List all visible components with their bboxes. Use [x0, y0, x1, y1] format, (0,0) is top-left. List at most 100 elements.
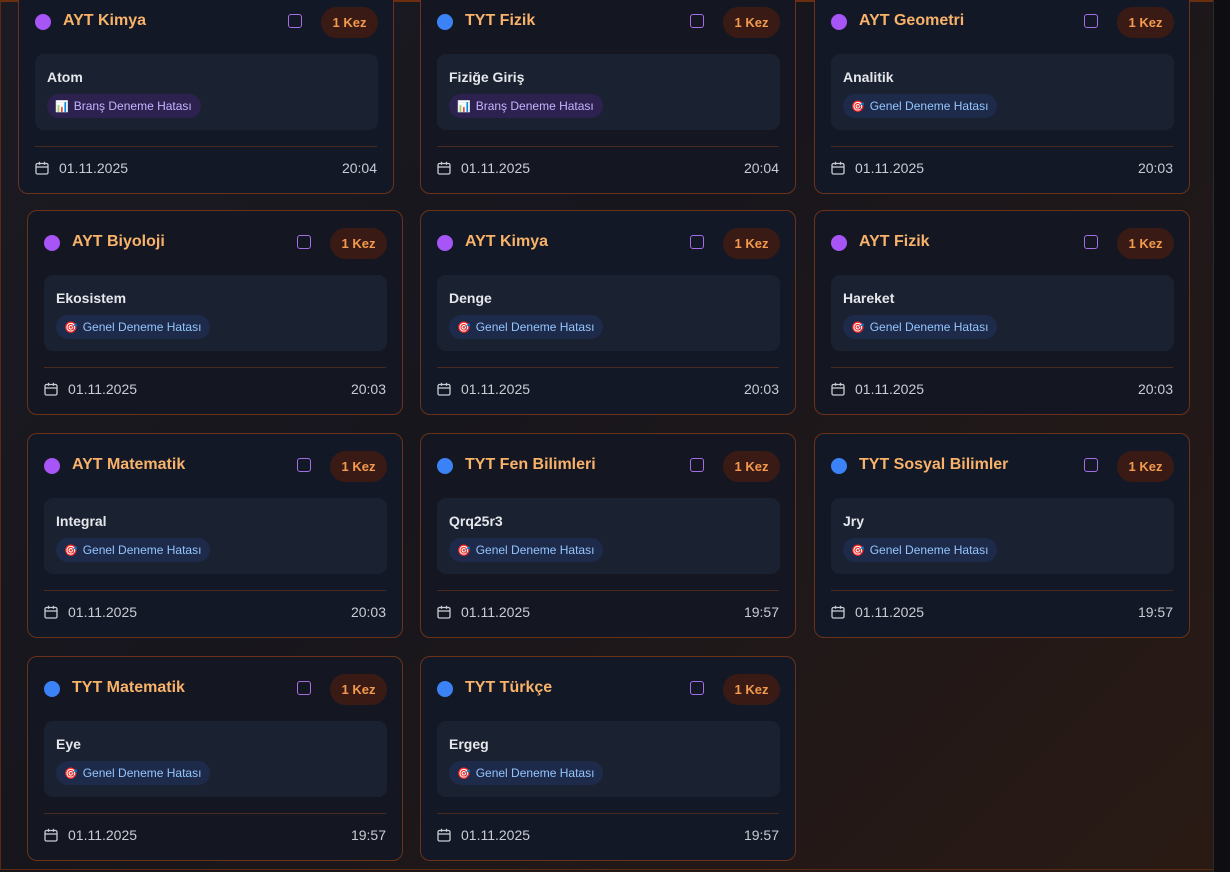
error-type-label: Branş Deneme Hatası	[73, 99, 192, 113]
repeat-count-badge: 1 Kez	[723, 674, 780, 705]
subject-dot	[437, 458, 453, 474]
subject-dot	[44, 235, 60, 251]
error-type-tag: 🎯 Genel Deneme Hatası	[449, 538, 604, 562]
subject-title: TYT Fen Bilimleri	[465, 456, 596, 473]
topic-name: Eye	[56, 736, 81, 752]
calendar-icon	[831, 605, 845, 619]
subject-dot	[44, 681, 60, 697]
card-date: 01.11.2025	[855, 160, 925, 176]
card-date: 01.11.2025	[461, 827, 531, 843]
error-type-tag: 📊 Branş Deneme Hatası	[449, 94, 603, 118]
repeat-count-badge: 1 Kez	[723, 451, 780, 482]
error-card[interactable]: AYT Matematik 1 Kez Integral 🎯 Genel Den…	[27, 433, 403, 638]
subject-title: TYT Türkçe	[465, 679, 553, 696]
topic-name: Jry	[843, 513, 865, 529]
error-type-label: Genel Deneme Hatası	[869, 99, 989, 113]
resolved-checkbox[interactable]	[288, 14, 302, 28]
error-card[interactable]: TYT Sosyal Bilimler 1 Kez Jry 🎯 Genel De…	[814, 433, 1190, 638]
divider	[44, 590, 386, 591]
resolved-checkbox[interactable]	[297, 235, 311, 249]
card-time: 20:04	[743, 160, 779, 176]
topic-box: Analitik 🎯 Genel Deneme Hatası	[831, 54, 1174, 130]
card-time: 20:03	[1137, 381, 1173, 397]
target-icon: 🎯	[851, 544, 865, 557]
subject-dot	[437, 14, 453, 30]
target-icon: 🎯	[457, 544, 471, 557]
error-type-label: Genel Deneme Hatası	[475, 320, 595, 334]
target-icon: 🎯	[64, 767, 78, 780]
resolved-checkbox[interactable]	[297, 458, 311, 472]
divider	[831, 367, 1173, 368]
subject-title: TYT Sosyal Bilimler	[859, 456, 1009, 473]
resolved-checkbox[interactable]	[1084, 458, 1098, 472]
repeat-count-badge: 1 Kez	[723, 228, 780, 259]
calendar-icon	[437, 605, 451, 619]
topic-box: Ergeg 🎯 Genel Deneme Hatası	[437, 721, 780, 797]
resolved-checkbox[interactable]	[1084, 14, 1098, 28]
calendar-icon	[437, 161, 451, 175]
calendar-icon	[437, 382, 451, 396]
card-time: 20:03	[1137, 160, 1173, 176]
error-type-tag: 🎯 Genel Deneme Hatası	[843, 94, 998, 118]
repeat-count-badge: 1 Kez	[321, 7, 378, 38]
error-card[interactable]: TYT Matematik 1 Kez Eye 🎯 Genel Deneme H…	[27, 656, 403, 861]
divider	[831, 590, 1173, 591]
scrollbar[interactable]	[1213, 0, 1230, 872]
card-date: 01.11.2025	[68, 604, 138, 620]
topic-name: Integral	[56, 513, 107, 529]
error-card[interactable]: TYT Fen Bilimleri 1 Kez Qrq25r3 🎯 Genel …	[420, 433, 796, 638]
error-type-tag: 🎯 Genel Deneme Hatası	[843, 315, 998, 339]
error-type-tag: 📊 Branş Deneme Hatası	[47, 94, 201, 118]
subject-dot	[831, 235, 847, 251]
calendar-icon	[437, 828, 451, 842]
error-card[interactable]: TYT Fizik 1 Kez Fiziğe Giriş 📊 Branş Den…	[420, 0, 796, 194]
error-type-label: Genel Deneme Hatası	[869, 320, 989, 334]
card-time: 20:03	[350, 381, 386, 397]
divider	[831, 146, 1173, 147]
error-card[interactable]: AYT Kimya 1 Kez Atom 📊 Branş Deneme Hata…	[18, 0, 394, 194]
topic-name: Atom	[47, 69, 83, 85]
resolved-checkbox[interactable]	[690, 458, 704, 472]
error-type-label: Branş Deneme Hatası	[475, 99, 594, 113]
topic-box: Integral 🎯 Genel Deneme Hatası	[44, 498, 387, 574]
repeat-count-badge: 1 Kez	[1117, 7, 1174, 38]
error-type-tag: 🎯 Genel Deneme Hatası	[56, 538, 211, 562]
card-time: 19:57	[743, 604, 779, 620]
resolved-checkbox[interactable]	[1084, 235, 1098, 249]
repeat-count-badge: 1 Kez	[330, 228, 387, 259]
card-date: 01.11.2025	[855, 604, 925, 620]
divider	[437, 813, 779, 814]
error-type-tag: 🎯 Genel Deneme Hatası	[56, 315, 211, 339]
resolved-checkbox[interactable]	[297, 681, 311, 695]
resolved-checkbox[interactable]	[690, 14, 704, 28]
target-icon: 🎯	[64, 544, 78, 557]
subject-title: AYT Geometri	[859, 12, 965, 29]
card-time: 20:04	[341, 160, 377, 176]
resolved-checkbox[interactable]	[690, 235, 704, 249]
topic-box: Ekosistem 🎯 Genel Deneme Hatası	[44, 275, 387, 351]
topic-name: Hareket	[843, 290, 895, 306]
subject-title: TYT Matematik	[72, 679, 185, 696]
subject-title: AYT Kimya	[63, 12, 146, 29]
topic-box: Jry 🎯 Genel Deneme Hatası	[831, 498, 1174, 574]
card-time: 19:57	[350, 827, 386, 843]
error-type-label: Genel Deneme Hatası	[82, 766, 202, 780]
error-card[interactable]: AYT Fizik 1 Kez Hareket 🎯 Genel Deneme H…	[814, 210, 1190, 415]
topic-box: Denge 🎯 Genel Deneme Hatası	[437, 275, 780, 351]
card-date: 01.11.2025	[855, 381, 925, 397]
subject-dot	[831, 458, 847, 474]
error-type-label: Genel Deneme Hatası	[82, 543, 202, 557]
error-type-label: Genel Deneme Hatası	[869, 543, 989, 557]
target-icon: 🎯	[457, 321, 471, 334]
calendar-icon	[44, 828, 58, 842]
error-card[interactable]: AYT Geometri 1 Kez Analitik 🎯 Genel Dene…	[814, 0, 1190, 194]
error-card[interactable]: TYT Türkçe 1 Kez Ergeg 🎯 Genel Deneme Ha…	[420, 656, 796, 861]
resolved-checkbox[interactable]	[690, 681, 704, 695]
card-time: 19:57	[743, 827, 779, 843]
repeat-count-badge: 1 Kez	[1117, 451, 1174, 482]
error-card[interactable]: AYT Biyoloji 1 Kez Ekosistem 🎯 Genel Den…	[27, 210, 403, 415]
error-card[interactable]: AYT Kimya 1 Kez Denge 🎯 Genel Deneme Hat…	[420, 210, 796, 415]
subject-title: AYT Kimya	[465, 233, 548, 250]
calendar-icon	[831, 382, 845, 396]
card-time: 19:57	[1137, 604, 1173, 620]
